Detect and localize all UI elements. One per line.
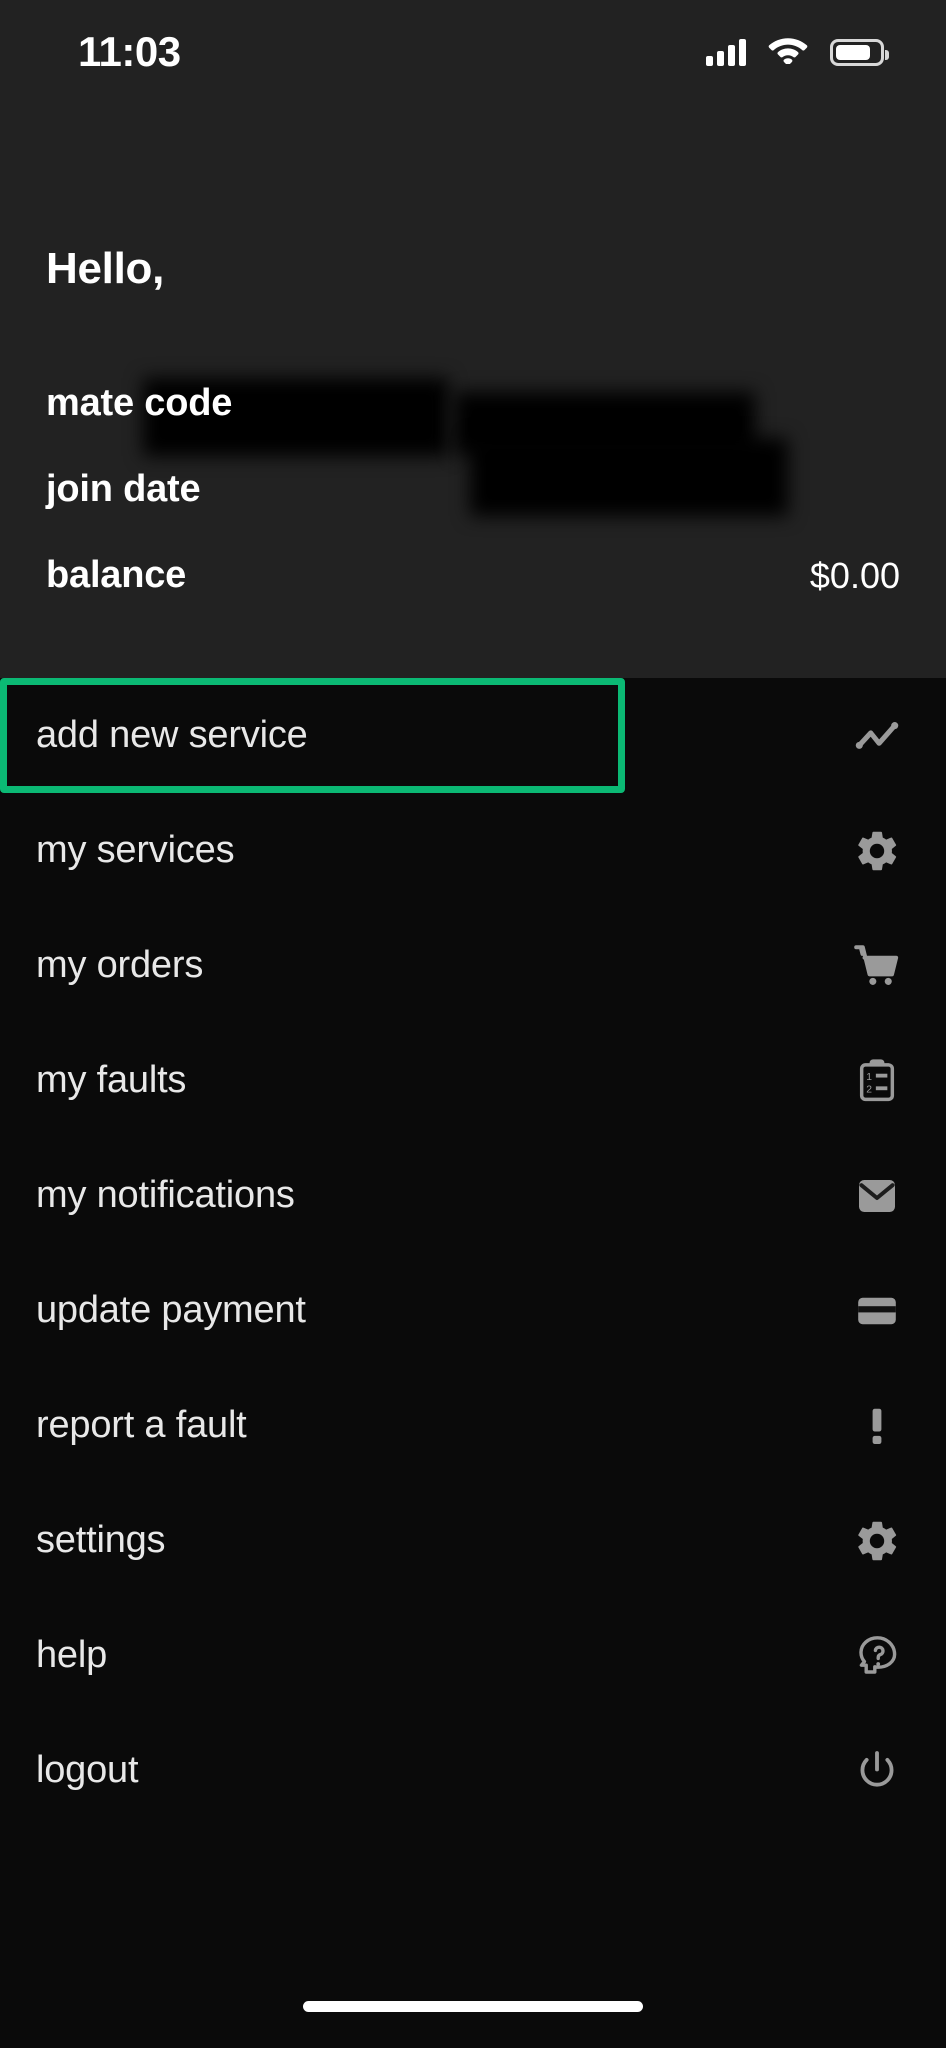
home-indicator <box>303 2001 643 2012</box>
menu-item-label: logout <box>36 1749 139 1791</box>
join-date-label: join date <box>46 468 201 510</box>
menu-item-my-orders[interactable]: my orders <box>0 908 946 1023</box>
greeting-text: Hello, <box>46 244 164 293</box>
menu-item-label: my faults <box>36 1059 187 1101</box>
svg-text:2: 2 <box>866 1084 872 1095</box>
main-menu: add new service my services my orders my… <box>0 678 946 1828</box>
wifi-icon <box>768 35 808 69</box>
menu-item-label: settings <box>36 1519 166 1561</box>
menu-item-label: update payment <box>36 1289 306 1331</box>
redacted-join-date <box>470 438 788 516</box>
menu-item-add-new-service[interactable]: add new service <box>0 678 946 793</box>
clipboard-list-icon: 1 2 <box>850 1054 904 1108</box>
status-bar: 11:03 <box>0 0 946 104</box>
menu-item-label: help <box>36 1634 108 1676</box>
credit-card-icon <box>850 1284 904 1338</box>
menu-item-update-payment[interactable]: update payment <box>0 1253 946 1368</box>
status-bar-clock: 11:03 <box>78 28 181 75</box>
menu-item-label: my orders <box>36 944 204 986</box>
gear-icon <box>850 824 904 878</box>
app-screen: 11:03 Hello, mate code join date balance… <box>0 0 946 2048</box>
mate-code-label: mate code <box>46 382 233 424</box>
envelope-icon <box>850 1169 904 1223</box>
menu-item-report-a-fault[interactable]: report a fault <box>0 1368 946 1483</box>
exclamation-icon <box>850 1399 904 1453</box>
svg-text:1: 1 <box>866 1071 872 1082</box>
head-question-icon <box>850 1629 904 1683</box>
menu-item-my-services[interactable]: my services <box>0 793 946 908</box>
gear-icon <box>850 1514 904 1568</box>
profile-header: Hello, mate code join date balance $0.00 <box>0 104 946 678</box>
power-icon <box>850 1744 904 1798</box>
menu-item-help[interactable]: help <box>0 1598 946 1713</box>
menu-item-my-faults[interactable]: my faults 1 2 <box>0 1023 946 1138</box>
line-chart-icon <box>850 709 904 763</box>
menu-item-label: my notifications <box>36 1174 295 1216</box>
battery-icon <box>830 38 889 66</box>
info-row-balance: balance $0.00 <box>46 554 900 597</box>
balance-label: balance <box>46 554 187 596</box>
status-bar-icons <box>706 35 889 69</box>
menu-item-logout[interactable]: logout <box>0 1713 946 1828</box>
shopping-cart-icon <box>850 939 904 993</box>
menu-item-label: my services <box>36 829 235 871</box>
menu-item-label: report a fault <box>36 1404 247 1446</box>
menu-item-settings[interactable]: settings <box>0 1483 946 1598</box>
balance-value: $0.00 <box>809 554 900 596</box>
cellular-signal-icon <box>706 38 746 66</box>
menu-item-label: add new service <box>36 714 308 756</box>
menu-item-my-notifications[interactable]: my notifications <box>0 1138 946 1253</box>
